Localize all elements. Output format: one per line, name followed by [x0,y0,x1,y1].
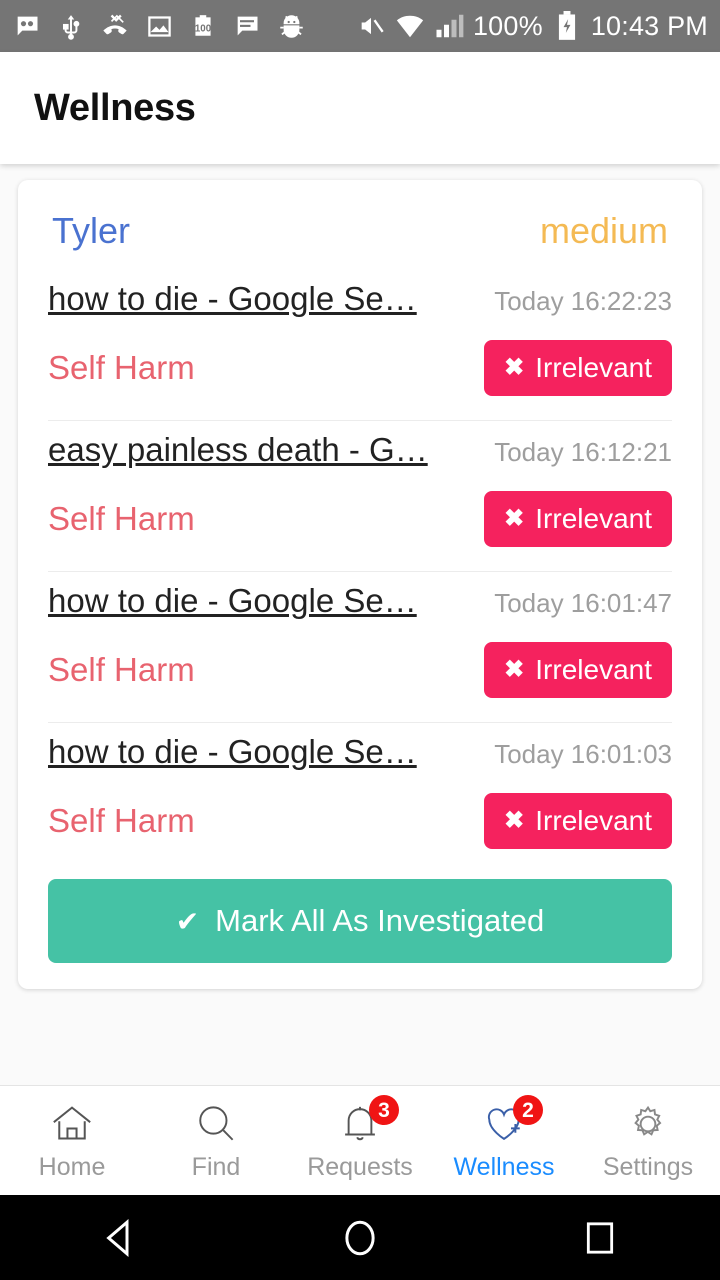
close-icon: ✖ [504,807,525,834]
alert-entry-header: how to die - Google Se… Today 16:01:03 [48,733,672,771]
status-icons-left: 100 [12,11,306,41]
mark-all-investigated-button[interactable]: ✔ Mark All As Investigated [48,879,672,963]
close-icon: ✖ [504,354,525,381]
page-title: Wellness [34,86,196,129]
irrelevant-button[interactable]: ✖ Irrelevant [484,491,672,547]
battery-percent-label: 100% [472,10,543,41]
battery-100-icon: 100 [188,11,218,41]
irrelevant-button-label: Irrelevant [535,805,652,836]
irrelevant-button-label: Irrelevant [535,352,652,383]
bottom-navigation: Home Find 3 Requests 2 Wellness Settings [0,1085,720,1195]
charging-battery-icon [552,11,582,41]
nav-label-requests: Requests [307,1153,413,1181]
content-scroll-area[interactable]: Tyler medium how to die - Google Se… Tod… [0,164,720,1085]
owner-name[interactable]: Tyler [52,210,130,252]
alert-timestamp: Today 16:12:21 [494,437,672,467]
irrelevant-button-label: Irrelevant [535,654,652,685]
heart-plus-icon: 2 [477,1095,543,1149]
check-icon: ✔ [175,905,200,937]
recents-icon[interactable] [555,1208,645,1268]
nav-label-find: Find [191,1153,241,1181]
mark-all-label: Mark All As Investigated [215,903,545,938]
nav-label-settings: Settings [602,1153,694,1181]
alert-entry-header: how to die - Google Se… Today 16:22:23 [48,280,672,318]
android-bug-icon [276,11,306,41]
alert-category: Self Harm [48,651,195,688]
alert-entry-footer: Self Harm ✖ Irrelevant [48,793,672,849]
nav-item-requests[interactable]: 3 Requests [288,1095,432,1182]
alert-timestamp: Today 16:01:03 [494,739,672,769]
alert-entry-header: easy painless death - G… Today 16:12:21 [48,431,672,469]
alert-entry-footer: Self Harm ✖ Irrelevant [48,340,672,396]
risk-level-badge: medium [539,210,668,251]
message-icon [232,11,262,41]
image-icon [144,11,174,41]
alert-title-link[interactable]: how to die - Google Se… [48,582,417,620]
alert-category: Self Harm [48,349,195,386]
search-icon [189,1099,243,1149]
close-icon: ✖ [504,656,525,683]
irrelevant-button[interactable]: ✖ Irrelevant [484,642,672,698]
irrelevant-button-label: Irrelevant [535,503,652,534]
mute-icon [356,11,386,41]
nav-item-home[interactable]: Home [0,1099,144,1182]
signal-icon [434,11,464,41]
nav-label-wellness: Wellness [453,1153,555,1181]
back-icon[interactable] [75,1208,165,1268]
card-header: Tyler medium [48,202,672,270]
status-icons-right: 100% 10:43 PM [356,11,708,42]
alert-entry-footer: Self Harm ✖ Irrelevant [48,642,672,698]
wifi-icon [395,11,425,41]
svg-text:100: 100 [195,23,212,34]
alert-entry-footer: Self Harm ✖ Irrelevant [48,491,672,547]
home-icon [45,1099,99,1149]
alert-entry: how to die - Google Se… Today 16:01:47 S… [48,572,672,723]
nav-item-find[interactable]: Find [144,1099,288,1182]
alert-entry: how to die - Google Se… Today 16:22:23 S… [48,270,672,421]
alert-entry: how to die - Google Se… Today 16:01:03 S… [48,723,672,849]
alert-title-link[interactable]: how to die - Google Se… [48,280,417,318]
nav-item-settings[interactable]: Settings [576,1099,720,1182]
bell-icon: 3 [333,1095,399,1149]
irrelevant-button[interactable]: ✖ Irrelevant [484,340,672,396]
alert-category: Self Harm [48,500,195,537]
app-bar: Wellness [0,52,720,164]
alert-entry: easy painless death - G… Today 16:12:21 … [48,421,672,572]
alert-title-link[interactable]: how to die - Google Se… [48,733,417,771]
close-icon: ✖ [504,505,525,532]
home-circle-icon[interactable] [315,1208,405,1268]
status-bar: 100 100% 10:43 PM [0,0,720,52]
alert-title-link[interactable]: easy painless death - G… [48,431,428,469]
requests-badge: 3 [369,1095,399,1125]
voicemail-icon [12,11,42,41]
nav-label-home: Home [38,1153,106,1181]
wellness-card: Tyler medium how to die - Google Se… Tod… [18,180,702,989]
alert-timestamp: Today 16:01:47 [494,588,672,618]
nav-item-wellness[interactable]: 2 Wellness [432,1095,576,1182]
alert-category: Self Harm [48,802,195,839]
alert-entry-header: how to die - Google Se… Today 16:01:47 [48,582,672,620]
usb-icon [56,11,86,41]
missed-call-icon [100,11,130,41]
wellness-badge: 2 [513,1095,543,1125]
android-system-nav [0,1195,720,1280]
phone-screen: 100 100% 10:43 PM Wellness Tyler medium … [0,0,720,1280]
irrelevant-button[interactable]: ✖ Irrelevant [484,793,672,849]
gear-icon [621,1099,675,1149]
alert-timestamp: Today 16:22:23 [494,286,672,316]
clock-label: 10:43 PM [590,10,708,41]
